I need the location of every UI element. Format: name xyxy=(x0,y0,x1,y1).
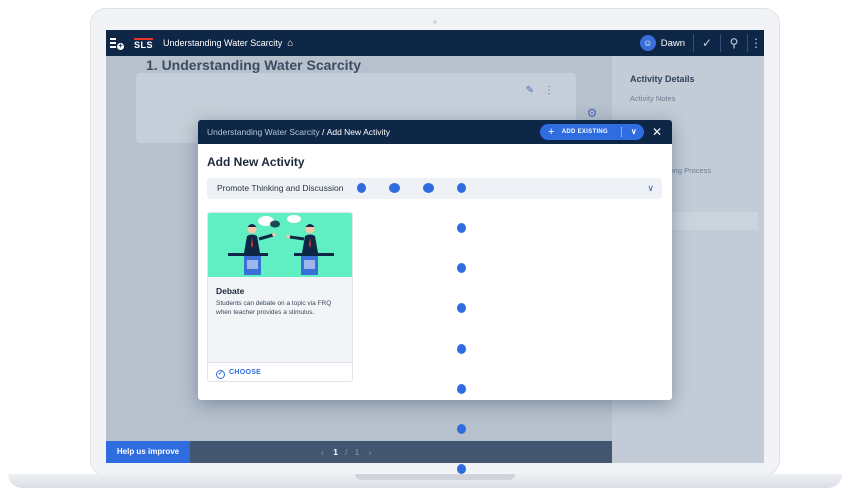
plus-icon: + xyxy=(548,126,555,138)
dot-marker xyxy=(457,183,466,193)
menu-add-icon[interactable]: + xyxy=(110,37,124,50)
bottom-bar: Help us improve ‹ 1 / 1 › xyxy=(106,441,612,463)
close-icon[interactable]: ✕ xyxy=(650,124,664,140)
pagination: ‹ 1 / 1 › xyxy=(321,441,372,463)
prev-page-icon[interactable]: ‹ xyxy=(321,447,324,457)
modal-title: Add New Activity xyxy=(207,155,305,169)
dot-marker xyxy=(457,384,466,394)
category-select[interactable]: Promote Thinking and Discussion ∨ xyxy=(207,178,662,199)
add-existing-label: ADD EXISTING xyxy=(561,129,609,135)
process-label: ing Process xyxy=(672,166,712,175)
add-activity-modal: Understanding Water Scarcity / Add New A… xyxy=(198,120,672,400)
lesson-title: Understanding Water Scarcity xyxy=(163,38,283,48)
breadcrumb-separator: / xyxy=(319,127,327,137)
category-selected-value: Promote Thinking and Discussion xyxy=(217,183,344,193)
add-existing-button[interactable]: + ADD EXISTING ∨ xyxy=(540,124,644,140)
top-bar: + SLS Understanding Water Scarcity ⌂ ☺ D… xyxy=(106,30,764,56)
lesson-heading: 1. Understanding Water Scarcity xyxy=(146,57,361,73)
card-description: Students can debate on a topic via FRQ w… xyxy=(216,300,332,316)
share-network-icon[interactable]: ⚲ xyxy=(721,36,747,50)
help-improve-button[interactable]: Help us improve xyxy=(106,441,190,463)
chevron-down-icon[interactable]: ∨ xyxy=(631,124,637,140)
choose-label: CHOOSE xyxy=(229,369,262,376)
activity-card-debate[interactable]: Debate Students can debate on a topic vi… xyxy=(207,212,353,382)
debate-illustration xyxy=(208,213,352,277)
dot-marker xyxy=(457,344,466,354)
laptop-camera xyxy=(433,20,437,24)
pencil-icon[interactable]: ✎ xyxy=(526,85,534,96)
choose-button[interactable]: ✓ CHOOSE xyxy=(208,362,352,381)
dot-marker xyxy=(457,223,466,233)
user-name[interactable]: Dawn xyxy=(661,38,685,49)
activity-notes-link[interactable]: Activity Notes xyxy=(630,94,675,103)
chevron-down-icon: ∨ xyxy=(647,183,654,193)
next-page-icon[interactable]: › xyxy=(369,447,372,457)
dot-marker xyxy=(423,183,434,193)
page-total: 1 xyxy=(354,447,360,457)
more-vertical-icon[interactable]: ⋮ xyxy=(544,85,554,96)
dot-marker xyxy=(457,263,466,273)
check-circle-icon[interactable]: ✓ xyxy=(694,36,720,50)
user-avatar-icon[interactable]: ☺ xyxy=(639,35,656,51)
dot-marker xyxy=(357,183,366,193)
dot-marker xyxy=(457,464,466,474)
check-circle-icon: ✓ xyxy=(216,370,225,379)
breadcrumb-current: Add New Activity xyxy=(326,127,390,137)
laptop-base-notch xyxy=(355,474,515,480)
panel-title: Activity Details xyxy=(630,74,695,84)
home-outline-icon[interactable]: ⌂ xyxy=(287,38,293,49)
breadcrumb-parent[interactable]: Understanding Water Scarcity xyxy=(207,127,320,137)
more-vertical-icon[interactable]: ⋮ xyxy=(748,36,764,50)
app-screen: + SLS Understanding Water Scarcity ⌂ ☺ D… xyxy=(106,30,764,463)
dot-marker xyxy=(457,303,466,313)
page-current: 1 xyxy=(333,447,339,457)
card-title: Debate xyxy=(216,286,245,296)
dot-marker xyxy=(457,424,466,434)
sls-logo[interactable]: SLS xyxy=(134,37,154,49)
page-separator: / xyxy=(345,447,348,457)
dot-marker xyxy=(389,183,400,193)
modal-header: Understanding Water Scarcity / Add New A… xyxy=(198,120,672,144)
